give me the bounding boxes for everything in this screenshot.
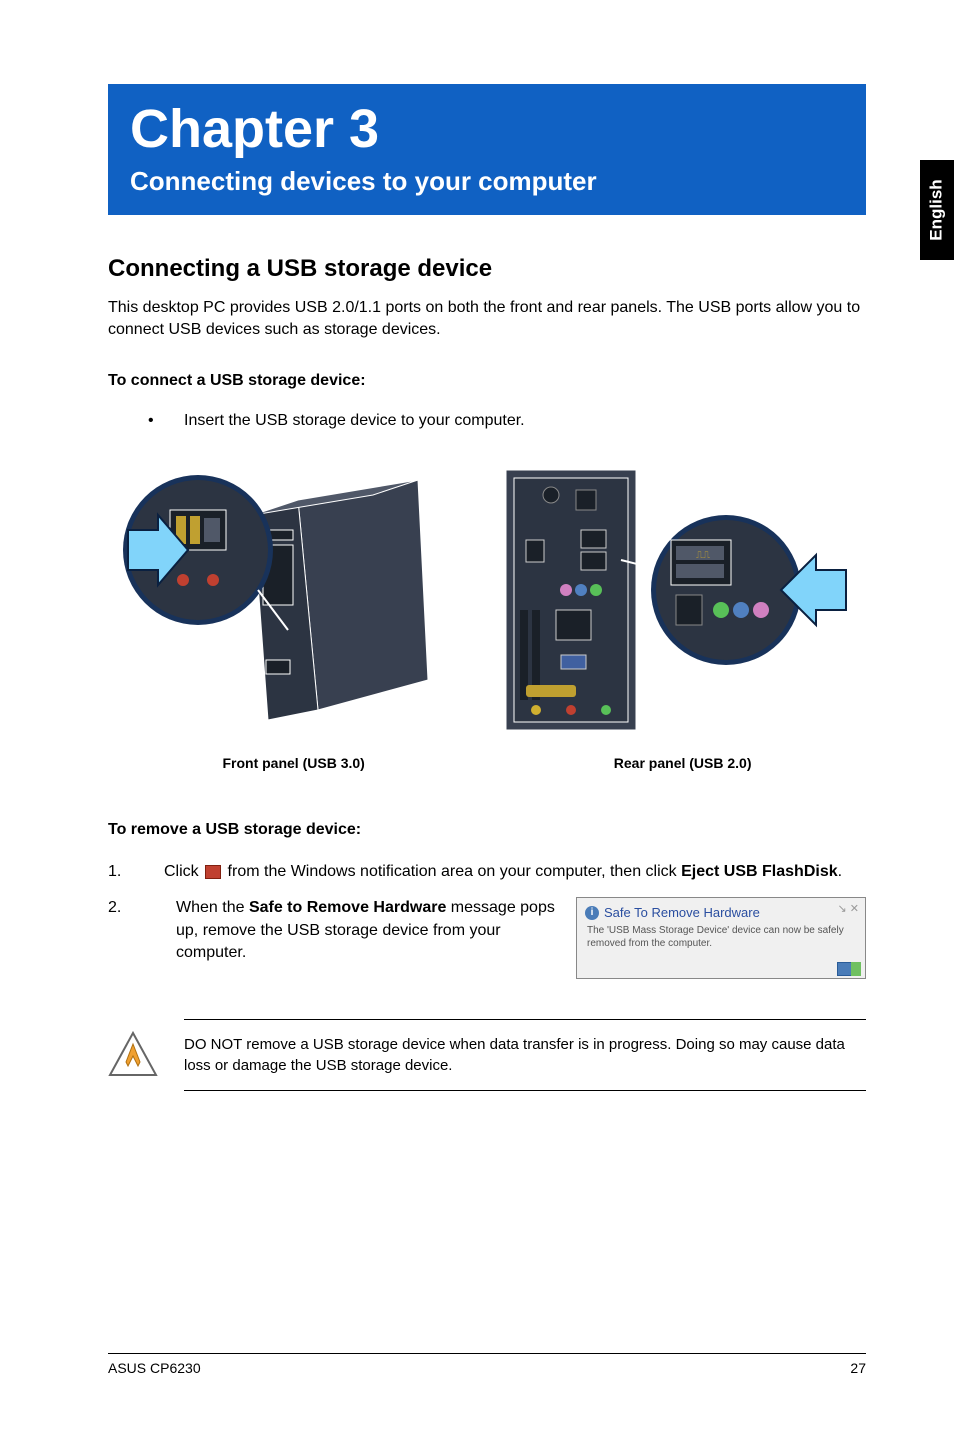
connect-heading: To connect a USB storage device: <box>108 372 866 390</box>
system-tray <box>585 960 861 975</box>
info-icon: i <box>585 906 599 920</box>
tray-usb-icon <box>851 962 861 976</box>
front-panel-figure <box>118 460 438 745</box>
bullet-mark: • <box>148 412 184 430</box>
front-caption: Front panel (USB 3.0) <box>222 755 364 771</box>
chapter-title: Chapter 3 <box>130 98 844 160</box>
balloon-title-row: i Safe To Remove Hardware <box>585 904 857 922</box>
tray-usb-icon <box>205 865 221 879</box>
connect-bullet-text: Insert the USB storage device to your co… <box>184 412 525 430</box>
step-number: 1. <box>108 861 164 883</box>
step-body: Click from the Windows notification area… <box>164 861 866 883</box>
remove-heading: To remove a USB storage device: <box>108 821 866 839</box>
figure-row: ⎍⎍ <box>108 460 866 745</box>
remove-step-2: 2. When the Safe to Remove Hardware mess… <box>108 897 866 979</box>
balloon-title: Safe To Remove Hardware <box>604 904 760 922</box>
step-number: 2. <box>108 897 164 979</box>
warning-block: DO NOT remove a USB storage device when … <box>108 1019 866 1091</box>
section-intro: This desktop PC provides USB 2.0/1.1 por… <box>108 297 866 342</box>
rear-panel-figure: ⎍⎍ <box>496 460 856 745</box>
balloon-body: The 'USB Mass Storage Device' device can… <box>585 924 857 950</box>
rear-caption: Rear panel (USB 2.0) <box>614 755 752 771</box>
notification-balloon: ↘ ✕ i Safe To Remove Hardware The 'USB M… <box>576 897 866 979</box>
warning-icon <box>108 1030 158 1080</box>
step-body: When the Safe to Remove Hardware message… <box>176 897 564 979</box>
chapter-banner: Chapter 3 Connecting devices to your com… <box>108 84 866 215</box>
chapter-subtitle: Connecting devices to your computer <box>130 166 844 197</box>
remove-step-1: 1. Click from the Windows notification a… <box>108 861 866 883</box>
warning-text: DO NOT remove a USB storage device when … <box>184 1019 866 1091</box>
caption-row: Front panel (USB 3.0) Rear panel (USB 2.… <box>108 755 866 771</box>
page-footer: ASUS CP6230 27 <box>108 1353 866 1376</box>
footer-page-number: 27 <box>850 1360 866 1376</box>
footer-model: ASUS CP6230 <box>108 1360 201 1376</box>
section-heading: Connecting a USB storage device <box>108 255 866 283</box>
balloon-controls: ↘ ✕ <box>838 902 860 917</box>
connect-bullet: • Insert the USB storage device to your … <box>108 412 866 430</box>
svg-text:⎍⎍: ⎍⎍ <box>696 550 710 561</box>
